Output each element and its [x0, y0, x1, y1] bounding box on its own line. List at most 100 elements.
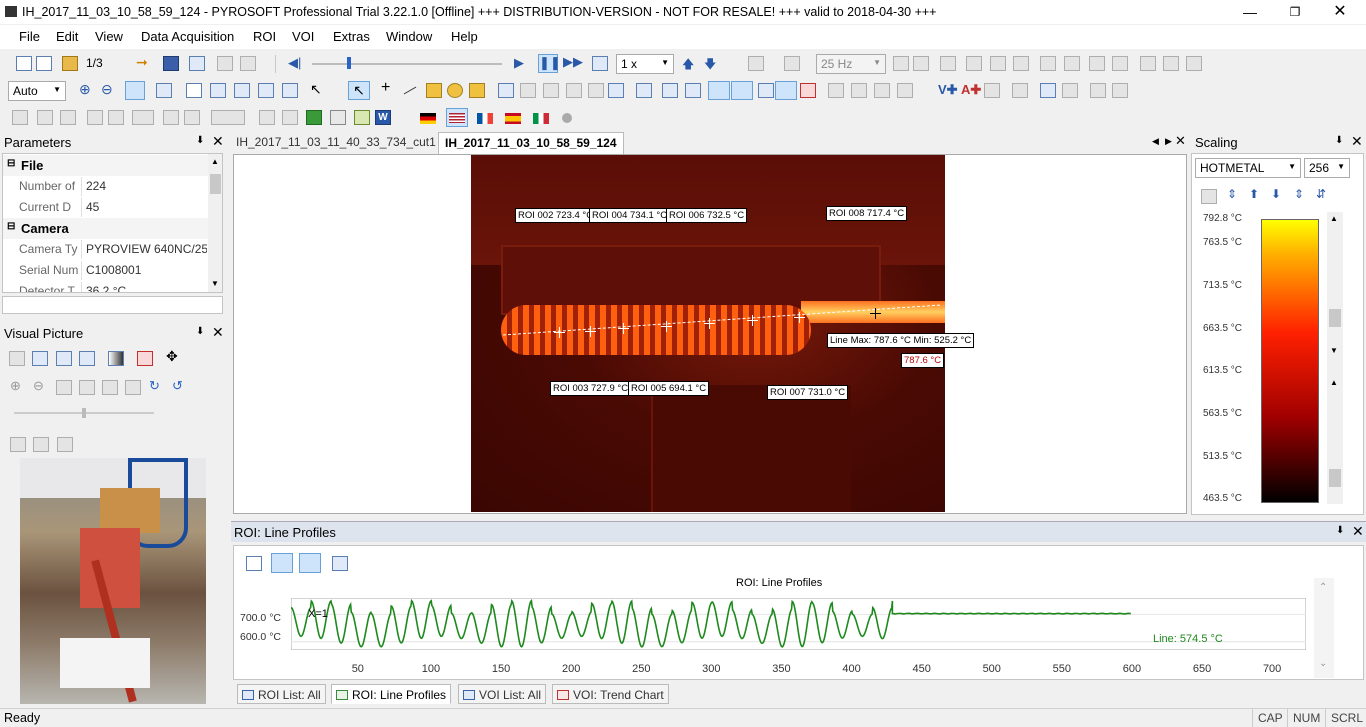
- camera-settings-icon[interactable]: [784, 56, 800, 71]
- select-tool-icon[interactable]: ↖: [348, 81, 370, 100]
- image-icon[interactable]: [1012, 83, 1028, 98]
- word-icon[interactable]: W: [375, 110, 391, 125]
- menu-extras[interactable]: Extras: [333, 29, 370, 44]
- play-icon[interactable]: ▶: [514, 55, 524, 71]
- scale-scrollbar[interactable]: ▲ ▼ ▲: [1327, 212, 1343, 504]
- line-info-label[interactable]: Line Max: 787.6 °C Min: 525.2 °C: [827, 333, 975, 348]
- sequence-4-icon[interactable]: [1112, 56, 1128, 71]
- record-icon[interactable]: [913, 56, 929, 71]
- text-2-icon[interactable]: [1163, 56, 1179, 71]
- close-icon[interactable]: ✕: [212, 324, 224, 341]
- roi-mode-4-icon[interactable]: [775, 81, 797, 100]
- tab-trend-chart[interactable]: VOI: Trend Chart: [552, 684, 669, 704]
- print-preview-icon[interactable]: [240, 56, 256, 71]
- lp-scrollbar[interactable]: ⌃ ⌄: [1314, 578, 1334, 678]
- voi-edit-icon[interactable]: [1040, 83, 1056, 98]
- cut-frame-icon[interactable]: [282, 110, 298, 125]
- line-tool-icon[interactable]: [403, 86, 417, 95]
- sequence-2-icon[interactable]: [1064, 56, 1080, 71]
- tab-voi-list[interactable]: VOI List: All: [458, 684, 547, 704]
- text-edit-icon[interactable]: [984, 83, 1000, 98]
- vp-zoom-in-icon[interactable]: ⊕: [10, 378, 21, 394]
- scroll-up-icon[interactable]: ⌃: [1319, 582, 1327, 593]
- pin-icon[interactable]: ⬇: [1335, 135, 1343, 146]
- close-icon[interactable]: ✕: [212, 133, 224, 150]
- vp-export-icon[interactable]: [79, 351, 95, 366]
- voi-add-icon[interactable]: V✚: [938, 82, 958, 98]
- vp-zoom-out-icon[interactable]: ⊖: [33, 378, 44, 394]
- tab-roi-list[interactable]: ROI List: All: [237, 684, 326, 704]
- vp-delete-icon[interactable]: [56, 351, 72, 366]
- grid-icon[interactable]: [186, 83, 202, 98]
- last-frame-icon[interactable]: [184, 110, 200, 125]
- scale-max-thumb[interactable]: [1329, 309, 1341, 327]
- mirror-icon[interactable]: [210, 83, 226, 98]
- vp-capture-icon[interactable]: [32, 351, 48, 366]
- scale-max-up-icon[interactable]: ⬆: [1249, 187, 1259, 201]
- polygon-tool-icon[interactable]: [469, 83, 485, 98]
- text-icon[interactable]: [1140, 56, 1156, 71]
- vp-fit-3-icon[interactable]: [102, 380, 118, 395]
- roi-002-marker[interactable]: [554, 327, 565, 338]
- vp-fit-2-icon[interactable]: [79, 380, 95, 395]
- category-file[interactable]: ⊟ File: [3, 155, 209, 176]
- flag-italian-icon[interactable]: [533, 113, 549, 124]
- vp-image-icon[interactable]: [137, 351, 153, 366]
- scale-folder-icon[interactable]: [1201, 189, 1217, 204]
- back-frame-icon[interactable]: [108, 110, 124, 125]
- new-file-icon[interactable]: [16, 56, 32, 71]
- pin-icon[interactable]: ⬇: [196, 135, 204, 146]
- menu-view[interactable]: View: [95, 29, 123, 44]
- print-icon[interactable]: [217, 56, 233, 71]
- forward-frame-icon[interactable]: [163, 110, 179, 125]
- range-icon[interactable]: [211, 110, 245, 125]
- flag-german-icon[interactable]: [420, 113, 436, 124]
- roi-copy-icon[interactable]: [520, 83, 536, 98]
- line-end-marker[interactable]: [870, 308, 881, 319]
- close-icon[interactable]: ✕: [1320, 2, 1360, 22]
- lp-autoscale-icon[interactable]: [271, 553, 293, 573]
- frame-slider-thumb[interactable]: [347, 57, 351, 69]
- scale-auto-icon[interactable]: ⇵: [1316, 187, 1326, 201]
- lp-legend-icon[interactable]: [299, 553, 321, 573]
- tab-active-file[interactable]: IH_2017_11_03_10_58_59_124: [438, 132, 624, 154]
- param-row[interactable]: Camera Ty PYROVIEW 640NC/25: [3, 239, 209, 260]
- zoom-mode-select[interactable]: Auto ▼: [8, 81, 66, 101]
- camera-icon[interactable]: [748, 56, 764, 71]
- roi-mode-3-icon[interactable]: [758, 83, 774, 98]
- menu-file[interactable]: File: [19, 29, 40, 44]
- vp-open-icon[interactable]: [9, 351, 25, 366]
- fit-view-icon[interactable]: [125, 81, 145, 100]
- tab-line-profiles[interactable]: ROI: Line Profiles: [331, 684, 452, 704]
- align-1-icon[interactable]: [828, 83, 844, 98]
- roi-paste-icon[interactable]: [543, 83, 559, 98]
- collapse-icon[interactable]: ⊟: [7, 158, 15, 169]
- vp-fit-4-icon[interactable]: [125, 380, 141, 395]
- trigger-icon[interactable]: [940, 56, 956, 71]
- language-other-icon[interactable]: [562, 113, 572, 123]
- scroll-down-icon[interactable]: ⌄: [1319, 658, 1327, 669]
- param-row[interactable]: Current D 45: [3, 197, 209, 218]
- vp-overlay-icon[interactable]: [10, 437, 26, 452]
- collapse-icon[interactable]: ⊟: [7, 221, 15, 232]
- vp-slider-thumb[interactable]: [82, 408, 86, 418]
- align-2-icon[interactable]: [851, 83, 867, 98]
- roi-006-marker[interactable]: [704, 318, 715, 329]
- next-arrow-icon[interactable]: ➞: [136, 54, 148, 71]
- flip-icon[interactable]: [234, 83, 250, 98]
- scroll-up-icon[interactable]: ▲: [1330, 378, 1338, 387]
- pin-icon[interactable]: ⬇: [196, 326, 204, 337]
- roi-label-002[interactable]: ROI 002 723.4 °C: [515, 208, 597, 223]
- copy-icon[interactable]: [189, 56, 205, 71]
- lp-copy-icon[interactable]: [332, 556, 348, 571]
- max-temp-label[interactable]: 787.6 °C: [901, 353, 945, 368]
- roi-mode-1-icon[interactable]: [708, 81, 730, 100]
- palette-select[interactable]: HOTMETAL ▼: [1195, 158, 1301, 178]
- scale-max-down-icon[interactable]: ⬇: [1271, 187, 1281, 201]
- vp-overlay-3-icon[interactable]: [57, 437, 73, 452]
- flag-english-button[interactable]: [446, 108, 468, 127]
- rotate-2-icon[interactable]: [282, 83, 298, 98]
- roi-settings-icon[interactable]: [608, 83, 624, 98]
- close-icon[interactable]: ✕: [1351, 133, 1363, 150]
- zoom-in-icon[interactable]: ⊕: [79, 81, 91, 98]
